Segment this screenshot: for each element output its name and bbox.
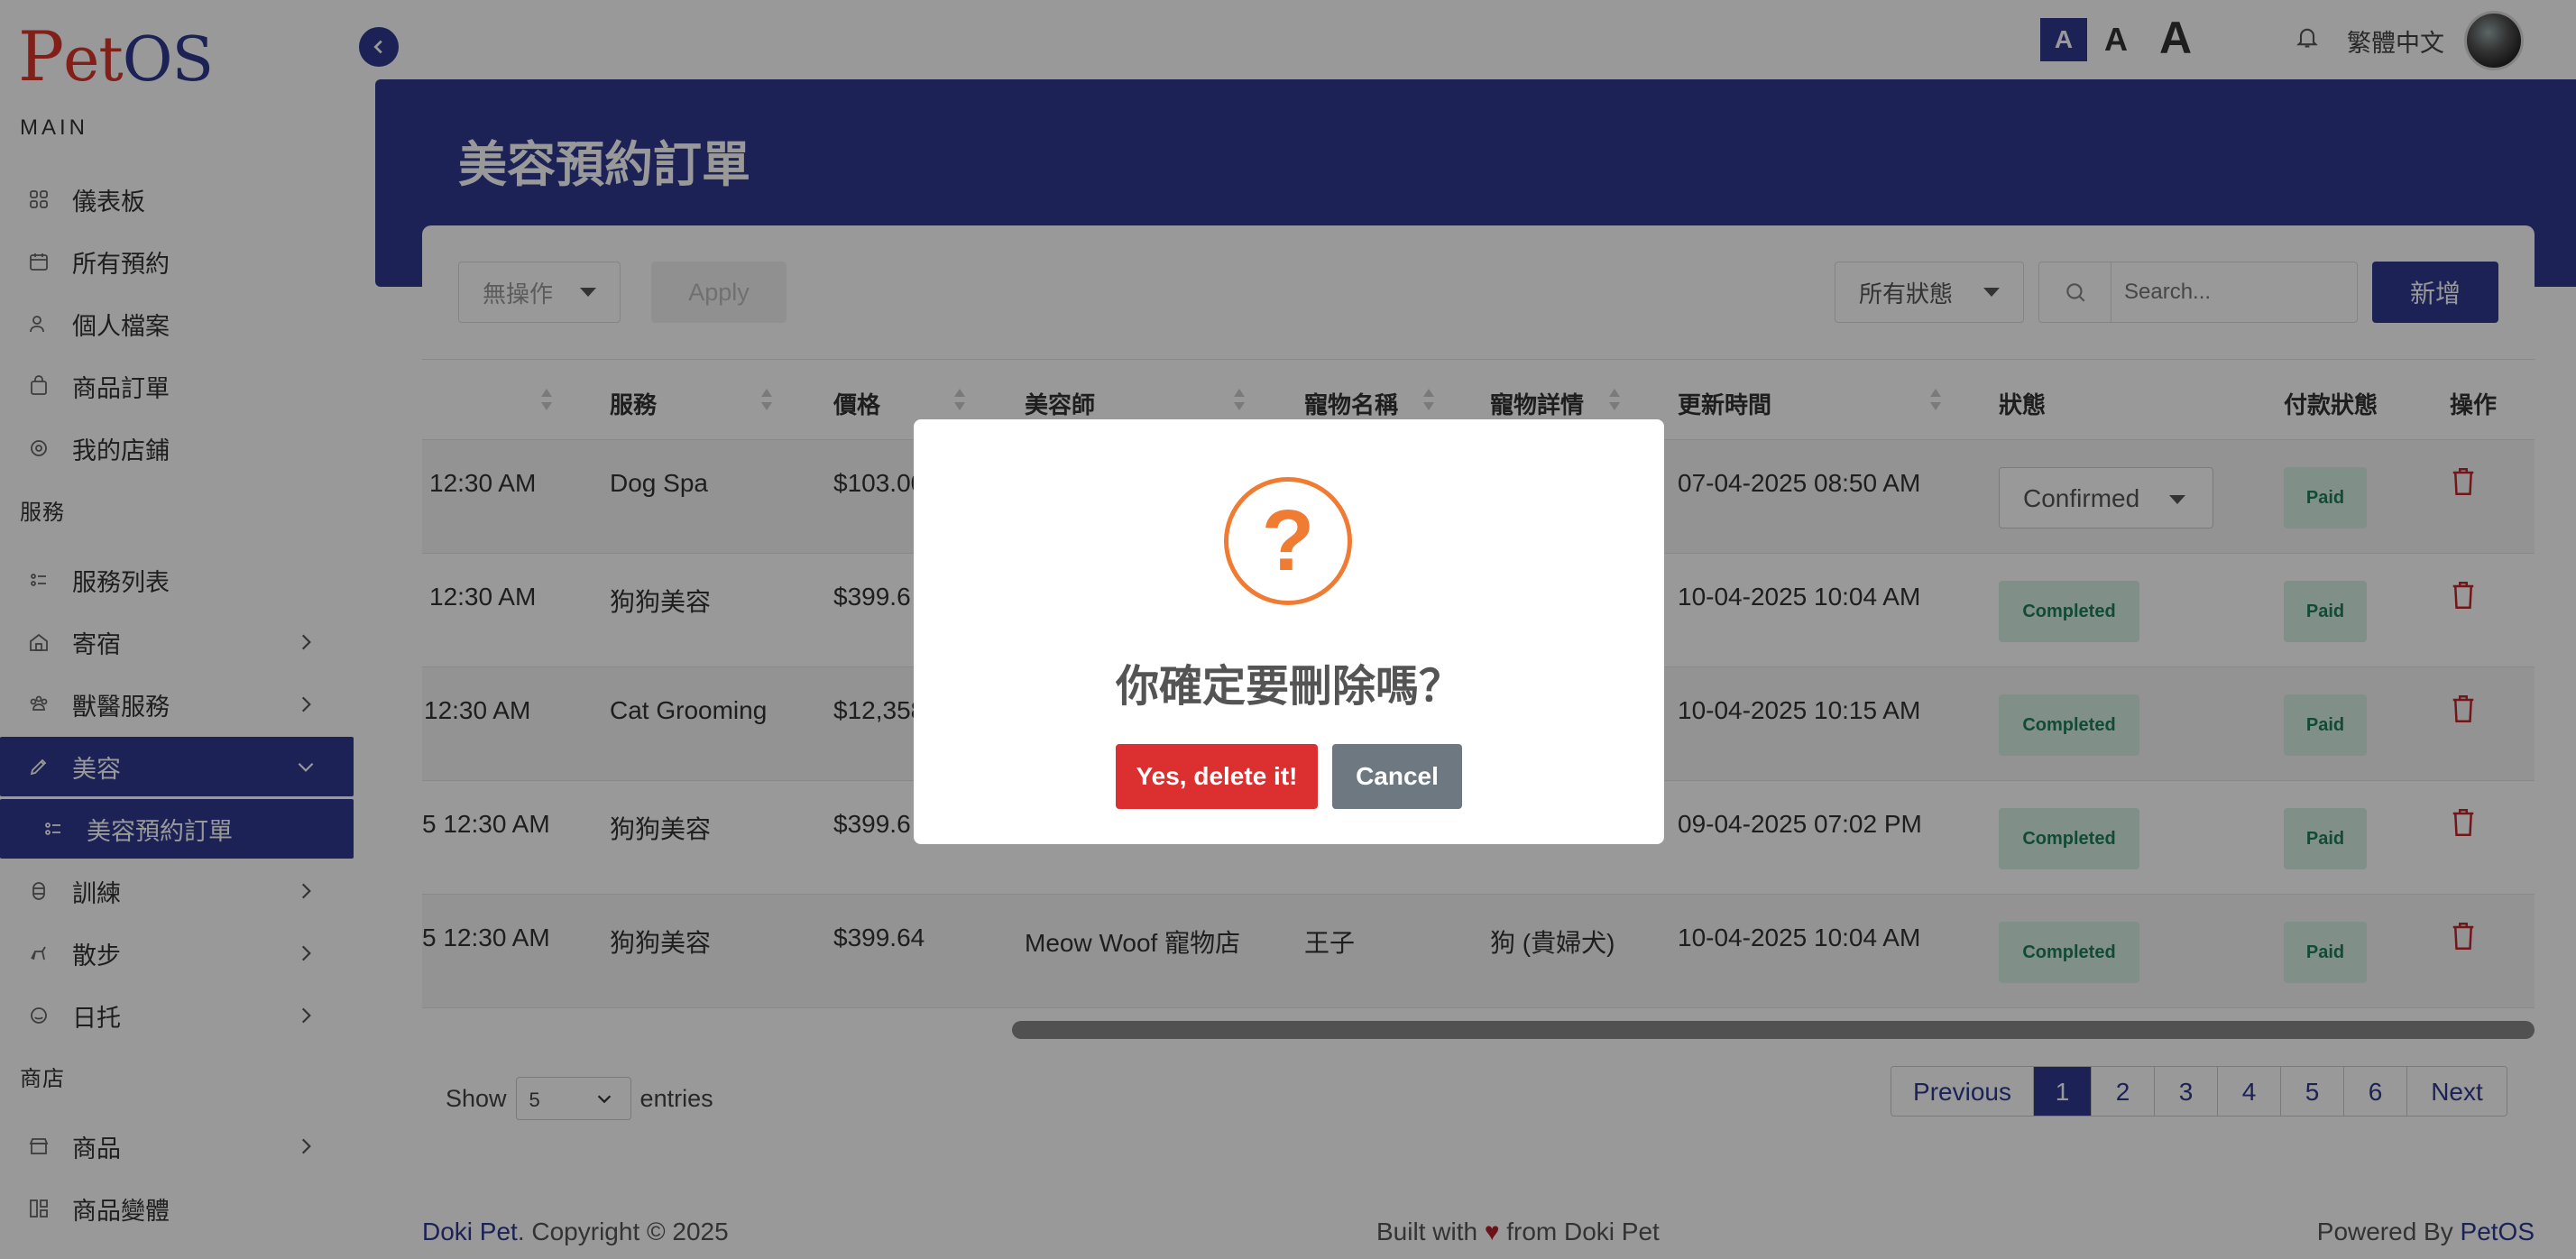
confirm-delete-button[interactable]: Yes, delete it!	[1116, 744, 1318, 809]
delete-confirm-dialog: ? 你確定要刪除嗎？ Yes, delete it! Cancel	[914, 419, 1664, 844]
cancel-button[interactable]: Cancel	[1332, 744, 1462, 809]
question-icon: ?	[1224, 477, 1352, 605]
dialog-title: 你確定要刪除嗎？	[1115, 663, 1462, 711]
